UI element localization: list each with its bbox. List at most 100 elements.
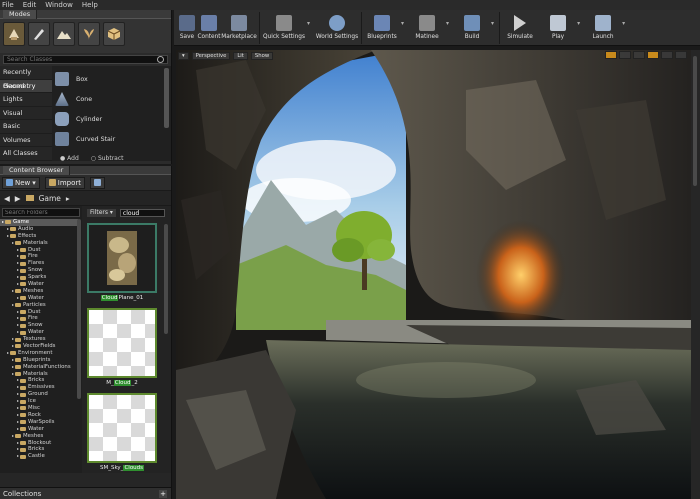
category-visual[interactable]: Visual <box>0 107 52 120</box>
folder-tree-row[interactable]: ▸ Dust <box>0 309 78 316</box>
scale-snap-icon[interactable] <box>633 51 645 59</box>
forward-arrow-icon[interactable]: ▶ <box>15 194 21 203</box>
save-all-button[interactable] <box>90 176 106 189</box>
asset-tile[interactable]: M_Cloud_2 <box>87 308 157 388</box>
expander-icon[interactable]: ▸ <box>12 302 14 309</box>
expander-icon[interactable]: ▸ <box>17 309 19 316</box>
expander-icon[interactable]: ▸ <box>17 315 19 322</box>
expander-icon[interactable]: ▸ <box>7 226 9 233</box>
folder-tree-icon[interactable] <box>25 195 34 201</box>
toolbar-gamepad-button[interactable]: Play <box>539 10 577 46</box>
toolbar-save-button[interactable]: Save <box>176 10 198 46</box>
folder-tree-row[interactable]: ▸ Bricks <box>0 446 78 453</box>
perspective-button[interactable]: Perspective <box>191 51 231 60</box>
class-search-input[interactable] <box>7 56 157 63</box>
expander-icon[interactable]: ▸ <box>12 357 14 364</box>
folder-tree-row[interactable]: ▸ Water <box>0 329 78 336</box>
add-radio[interactable]: ● Add <box>60 155 79 162</box>
toolbar-blueprint-button[interactable]: Blueprints <box>363 10 401 46</box>
viewport-options-button[interactable]: ▾ <box>178 51 189 60</box>
camera-speed-icon[interactable] <box>661 51 673 59</box>
chevron-down-icon[interactable]: ▾ <box>622 20 625 27</box>
folder-tree-scrollbar[interactable] <box>77 219 81 399</box>
folder-tree-row[interactable]: ▸ Castle <box>0 453 78 460</box>
add-collection-icon[interactable]: + <box>159 490 167 498</box>
placeable-box[interactable]: Box <box>52 69 171 89</box>
geometry-edit-mode-icon[interactable] <box>103 22 125 46</box>
toolbar-content-button[interactable]: Content <box>197 10 221 46</box>
expander-icon[interactable]: ▸ <box>17 453 19 460</box>
chevron-down-icon[interactable]: ▾ <box>491 20 494 27</box>
expander-icon[interactable]: ▸ <box>17 267 19 274</box>
paint-mode-icon[interactable] <box>28 22 50 46</box>
placeable-curved-stair[interactable]: Curved Stair <box>52 129 171 149</box>
folder-tree-row[interactable]: ▸ Bricks <box>0 377 78 384</box>
folder-tree-row[interactable]: ▸ Audio <box>0 226 78 233</box>
filters-button[interactable]: Filters ▾ <box>87 209 116 217</box>
folder-tree-row[interactable]: ▸ MaterialFunctions <box>0 364 78 371</box>
category-recently-placed[interactable]: Recently Placed <box>0 66 52 90</box>
show-button[interactable]: Show <box>250 51 274 60</box>
expander-icon[interactable]: ▸ <box>17 377 19 384</box>
tab-content-browser[interactable]: Content Browser <box>3 165 71 175</box>
toolbar-marketplace-button[interactable]: Marketplace <box>220 10 258 46</box>
expander-icon[interactable]: ▸ <box>12 433 14 440</box>
folder-tree-row[interactable]: ▸ Blockout <box>0 440 78 447</box>
path-chevron-icon[interactable]: ▸ <box>66 194 70 203</box>
menu-file[interactable]: File <box>2 0 14 10</box>
folder-tree-row[interactable]: ▸ Materials <box>0 371 78 378</box>
place-mode-icon[interactable] <box>3 22 25 46</box>
category-volumes[interactable]: Volumes <box>0 134 52 147</box>
expander-icon[interactable]: ▸ <box>12 364 14 371</box>
expander-icon[interactable]: ▸ <box>12 371 14 378</box>
expander-icon[interactable]: ▸ <box>17 446 19 453</box>
translate-snap-icon[interactable] <box>605 51 617 59</box>
subtract-radio[interactable]: ○ Subtract <box>91 155 124 162</box>
menu-edit[interactable]: Edit <box>23 0 37 10</box>
folder-search-input[interactable] <box>5 209 77 216</box>
folder-tree-row[interactable]: ▸ Materials <box>0 240 78 247</box>
folder-tree-row[interactable]: ▸ Environment <box>0 350 78 357</box>
placeable-cone[interactable]: Cone <box>52 89 171 109</box>
expander-icon[interactable]: ▸ <box>7 350 9 357</box>
folder-tree-row[interactable]: ▸ Snow <box>0 322 78 329</box>
toolbar-gear-button[interactable]: Quick Settings <box>261 10 307 46</box>
folder-tree-row[interactable]: ▸ Ground <box>0 391 78 398</box>
toolbar-build-button[interactable]: Build <box>453 10 491 46</box>
toolbar-play-button[interactable]: Simulate <box>501 10 539 46</box>
expander-icon[interactable]: ▸ <box>17 253 19 260</box>
expander-icon[interactable]: ▸ <box>17 247 19 254</box>
expander-icon[interactable]: ▸ <box>12 288 14 295</box>
expander-icon[interactable]: ▸ <box>17 274 19 281</box>
menu-help[interactable]: Help <box>82 0 98 10</box>
grid-snap-icon[interactable] <box>647 51 659 59</box>
expander-icon[interactable]: ▸ <box>12 240 14 247</box>
folder-tree-row[interactable]: ▸ Textures <box>0 336 78 343</box>
expander-icon[interactable]: ▸ <box>17 322 19 329</box>
folder-tree-row[interactable]: ▸ Game <box>0 219 78 226</box>
new-asset-button[interactable]: New ▾ <box>2 176 40 189</box>
folder-tree-row[interactable]: ▸ Fire <box>0 253 78 260</box>
placeable-scrollbar[interactable] <box>164 68 169 128</box>
foliage-mode-icon[interactable] <box>78 22 100 46</box>
rotate-snap-icon[interactable] <box>619 51 631 59</box>
expander-icon[interactable]: ▸ <box>17 391 19 398</box>
expander-icon[interactable]: ▸ <box>17 260 19 267</box>
expander-icon[interactable]: ▸ <box>12 336 14 343</box>
chevron-down-icon[interactable]: ▾ <box>307 20 310 27</box>
folder-tree-row[interactable]: ▸ Particles <box>0 302 78 309</box>
landscape-mode-icon[interactable] <box>53 22 75 46</box>
chevron-down-icon[interactable]: ▾ <box>446 20 449 27</box>
collections-bar[interactable]: Collections + <box>0 487 171 499</box>
folder-tree-row[interactable]: ▸ Ice <box>0 398 78 405</box>
folder-tree-row[interactable]: ▸ VectorFields <box>0 343 78 350</box>
folder-tree-row[interactable]: ▸ Rock <box>0 412 78 419</box>
folder-tree-row[interactable]: ▸ Meshes <box>0 288 78 295</box>
folder-tree-row[interactable]: ▸ Sparks <box>0 274 78 281</box>
folder-tree-row[interactable]: ▸ Emissives <box>0 384 78 391</box>
folder-tree-row[interactable]: ▸ Fire <box>0 315 78 322</box>
chevron-down-icon[interactable]: ▾ <box>401 20 404 27</box>
expander-icon[interactable]: ▸ <box>17 281 19 288</box>
folder-tree-row[interactable]: ▸ Water <box>0 426 78 433</box>
category-geometry[interactable]: Geometry <box>0 79 52 93</box>
